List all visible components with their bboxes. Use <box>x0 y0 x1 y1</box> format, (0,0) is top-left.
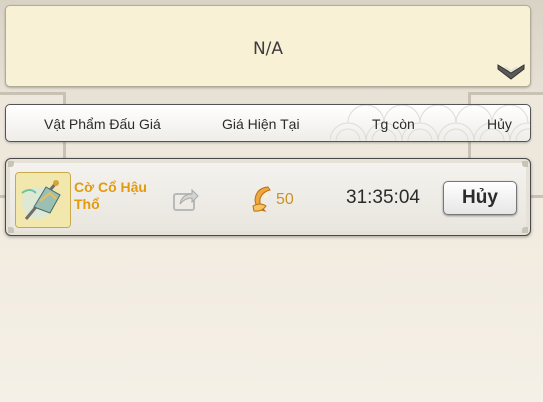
gold-ingot-icon <box>252 186 271 212</box>
corner-ornament <box>8 161 14 167</box>
chevron-down-icon <box>497 64 525 80</box>
column-price-header: Giá Hiện Tại <box>222 116 300 132</box>
share-icon <box>173 188 199 211</box>
corner-ornament <box>8 227 14 233</box>
time-remaining: 31:35:04 <box>346 187 420 208</box>
item-thumbnail[interactable] <box>15 172 71 228</box>
column-time-header: Tg còn <box>372 116 415 132</box>
item-name[interactable]: Cờ Cổ Hậu Thổ <box>74 179 154 213</box>
column-header-bar: Vật Phẩm Đấu Giá Giá Hiện Tại Tg còn Hủy <box>5 104 531 142</box>
column-item-header: Vật Phẩm Đấu Giá <box>44 116 161 132</box>
share-button[interactable] <box>172 186 200 212</box>
price-value: 50 <box>276 191 294 208</box>
corner-ornament <box>522 161 528 167</box>
search-value: N/A <box>252 39 284 59</box>
flag-banner-icon <box>16 173 70 227</box>
cancel-listing-button[interactable]: Hủy <box>443 181 517 215</box>
search-filter-panel[interactable]: N/A <box>5 5 531 87</box>
dropdown-button[interactable] <box>496 63 526 83</box>
listing-row: Cờ Cổ Hậu Thổ 50 31:35:04 Hủy <box>5 158 531 236</box>
corner-ornament <box>522 227 528 233</box>
column-cancel-header: Hủy <box>487 116 512 132</box>
